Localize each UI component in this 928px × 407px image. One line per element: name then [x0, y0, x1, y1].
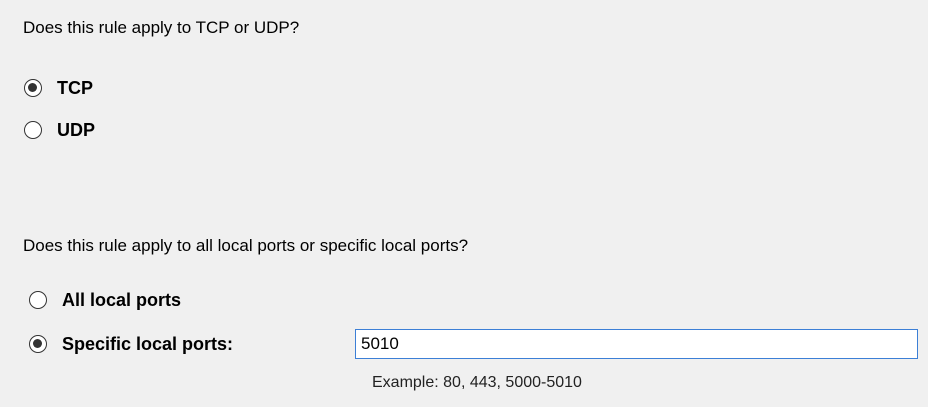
- ports-question: Does this rule apply to all local ports …: [23, 236, 469, 255]
- udp-option[interactable]: UDP: [24, 120, 95, 140]
- specific-local-ports-label: Specific local ports:: [62, 334, 234, 354]
- tcp-option[interactable]: TCP: [24, 78, 93, 98]
- ports-example-hint: Example: 80, 443, 5000-5010: [372, 374, 582, 391]
- all-local-ports-radio-button[interactable]: [29, 291, 47, 309]
- tcp-label: TCP: [57, 78, 93, 98]
- udp-radio-button[interactable]: [24, 121, 42, 139]
- specific-local-ports-option[interactable]: Specific local ports:: [29, 334, 233, 354]
- all-local-ports-label: All local ports: [62, 290, 182, 310]
- specific-local-ports-input[interactable]: [355, 329, 918, 359]
- all-local-ports-option[interactable]: All local ports: [29, 290, 181, 310]
- tcp-radio-button[interactable]: [24, 79, 42, 97]
- protocol-question: Does this rule apply to TCP or UDP?: [23, 18, 300, 37]
- specific-local-ports-radio-button[interactable]: [29, 335, 47, 353]
- udp-label: UDP: [57, 120, 96, 140]
